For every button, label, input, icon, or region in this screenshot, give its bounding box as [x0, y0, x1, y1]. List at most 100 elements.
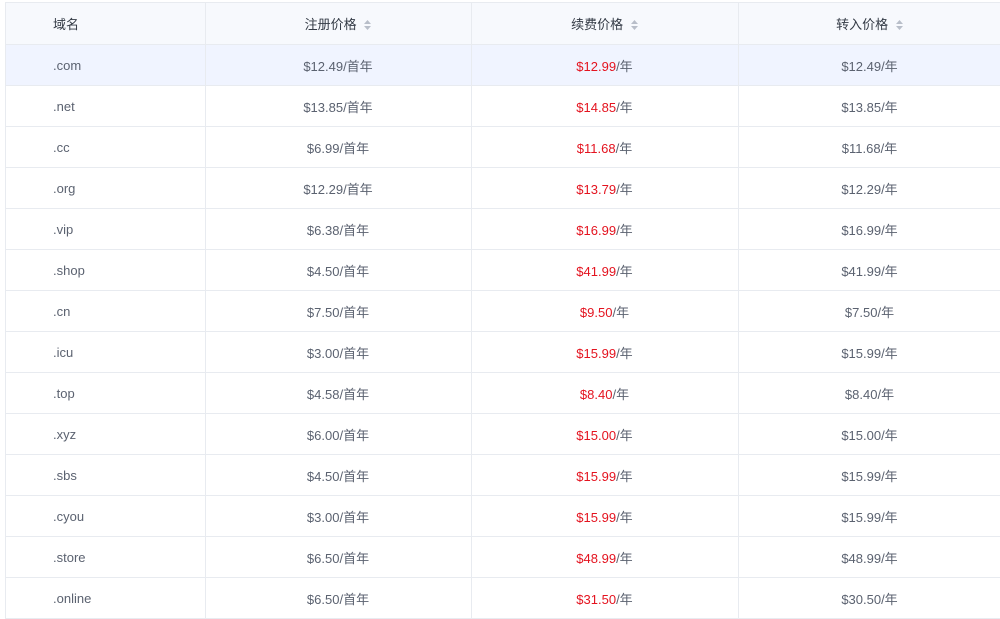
domain-cell: .com — [6, 44, 206, 86]
renew-price-unit: /年 — [612, 304, 630, 320]
renew-price-cell: $15.00/年 — [471, 413, 739, 455]
renew-price-cell: $15.99/年 — [471, 454, 739, 496]
table-row[interactable]: .store $6.50/首年 $48.99/年 $48.99/年 — [6, 536, 1000, 578]
renew-price-unit: /年 — [616, 591, 633, 607]
transfer-price-cell: $12.49/年 — [738, 44, 1000, 86]
register-price-cell: $4.58/首年 — [205, 372, 472, 414]
domain-cell: .org — [6, 167, 206, 209]
table-row[interactable]: .shop $4.50/首年 $41.99/年 $41.99/年 — [6, 249, 1000, 291]
renew-price-cell: $12.99/年 — [471, 44, 739, 86]
domain-cell: .shop — [6, 249, 206, 291]
register-price-cell: $6.50/首年 — [205, 577, 472, 619]
renew-price-value: $15.99 — [576, 509, 617, 525]
renew-price-value: $15.00 — [576, 427, 617, 443]
transfer-price-cell: $15.99/年 — [738, 495, 1000, 537]
domain-cell: .net — [6, 85, 206, 127]
transfer-price-cell: $15.00/年 — [738, 413, 1000, 455]
transfer-price-cell: $16.99/年 — [738, 208, 1000, 250]
table-row[interactable]: .com $12.49/首年 $12.99/年 $12.49/年 — [6, 44, 1000, 86]
renew-price-cell: $14.85/年 — [471, 85, 739, 127]
header-row: 域名 注册价格 续费价格 转入价格 — [6, 3, 1000, 45]
register-price-cell: $6.99/首年 — [205, 126, 472, 168]
register-price-cell: $6.00/首年 — [205, 413, 472, 455]
domain-cell: .sbs — [6, 454, 206, 496]
register-price-cell: $12.29/首年 — [205, 167, 472, 209]
table-row[interactable]: .net $13.85/首年 $14.85/年 $13.85/年 — [6, 85, 1000, 127]
renew-price-unit: /年 — [612, 386, 630, 402]
table-row[interactable]: .cc $6.99/首年 $11.68/年 $11.68/年 — [6, 126, 1000, 168]
domain-cell: .icu — [6, 331, 206, 373]
renew-price-cell: $13.79/年 — [471, 167, 739, 209]
renew-price-value: $8.40 — [579, 386, 613, 402]
renew-price-unit: /年 — [616, 550, 633, 566]
transfer-price-cell: $41.99/年 — [738, 249, 1000, 291]
renew-price-value: $31.50 — [576, 591, 617, 607]
renew-price-value: $15.99 — [576, 468, 617, 484]
register-price-cell: $6.38/首年 — [205, 208, 472, 250]
register-price-cell: $13.85/首年 — [205, 85, 472, 127]
domain-cell: .top — [6, 372, 206, 414]
domain-cell: .cc — [6, 126, 206, 168]
domain-cell: .cyou — [6, 495, 206, 537]
register-price-cell: $12.49/首年 — [205, 44, 472, 86]
sort-icon[interactable] — [630, 19, 638, 30]
renew-price-cell: $31.50/年 — [471, 577, 739, 619]
table-row[interactable]: .sbs $4.50/首年 $15.99/年 $15.99/年 — [6, 454, 1000, 496]
register-price-cell: $3.00/首年 — [205, 331, 472, 373]
renew-price-value: $12.99 — [576, 58, 617, 74]
register-price-cell: $4.50/首年 — [205, 249, 472, 291]
renew-price-cell: $15.99/年 — [471, 331, 739, 373]
renew-price-cell: $8.40/年 — [471, 372, 739, 414]
transfer-price-cell: $48.99/年 — [738, 536, 1000, 578]
sort-icon[interactable] — [895, 19, 903, 30]
header-transfer-price[interactable]: 转入价格 — [738, 3, 1000, 45]
table-row[interactable]: .cn $7.50/首年 $9.50/年 $7.50/年 — [6, 290, 1000, 332]
renew-price-cell: $16.99/年 — [471, 208, 739, 250]
renew-price-unit: /年 — [616, 263, 633, 279]
transfer-price-cell: $15.99/年 — [738, 454, 1000, 496]
table-row[interactable]: .online $6.50/首年 $31.50/年 $30.50/年 — [6, 577, 1000, 619]
sort-icon[interactable] — [364, 19, 372, 30]
renew-price-value: $41.99 — [576, 263, 617, 279]
domain-cell: .online — [6, 577, 206, 619]
renew-price-unit: /年 — [615, 140, 633, 156]
header-renew-price[interactable]: 续费价格 — [471, 3, 739, 45]
domain-price-table-container: 域名 注册价格 续费价格 转入价格 .com $12.49/首年 $12.99/… — [5, 2, 1000, 619]
table-row[interactable]: .cyou $3.00/首年 $15.99/年 $15.99/年 — [6, 495, 1000, 537]
renew-price-value: $15.99 — [576, 345, 617, 361]
register-price-cell: $7.50/首年 — [205, 290, 472, 332]
domain-cell: .vip — [6, 208, 206, 250]
renew-price-cell: $11.68/年 — [471, 126, 739, 168]
transfer-price-cell: $8.40/年 — [738, 372, 1000, 414]
transfer-price-cell: $7.50/年 — [738, 290, 1000, 332]
renew-price-cell: $48.99/年 — [471, 536, 739, 578]
header-domain-label: 域名 — [53, 17, 80, 32]
renew-price-unit: /年 — [616, 427, 633, 443]
table-row[interactable]: .org $12.29/首年 $13.79/年 $12.29/年 — [6, 167, 1000, 209]
renew-price-unit: /年 — [616, 99, 633, 115]
transfer-price-cell: $12.29/年 — [738, 167, 1000, 209]
renew-price-cell: $15.99/年 — [471, 495, 739, 537]
header-renew-label: 续费价格 — [571, 17, 624, 32]
register-price-cell: $4.50/首年 — [205, 454, 472, 496]
table-header: 域名 注册价格 续费价格 转入价格 — [6, 3, 1000, 45]
table-row[interactable]: .top $4.58/首年 $8.40/年 $8.40/年 — [6, 372, 1000, 414]
table-row[interactable]: .icu $3.00/首年 $15.99/年 $15.99/年 — [6, 331, 1000, 373]
renew-price-cell: $41.99/年 — [471, 249, 739, 291]
renew-price-unit: /年 — [616, 222, 633, 238]
renew-price-value: $16.99 — [576, 222, 617, 238]
domain-cell: .store — [6, 536, 206, 578]
renew-price-cell: $9.50/年 — [471, 290, 739, 332]
register-price-cell: $3.00/首年 — [205, 495, 472, 537]
renew-price-value: $14.85 — [576, 99, 617, 115]
table-row[interactable]: .vip $6.38/首年 $16.99/年 $16.99/年 — [6, 208, 1000, 250]
header-register-price[interactable]: 注册价格 — [205, 3, 472, 45]
table-row[interactable]: .xyz $6.00/首年 $15.00/年 $15.00/年 — [6, 413, 1000, 455]
domain-cell: .cn — [6, 290, 206, 332]
register-price-cell: $6.50/首年 — [205, 536, 472, 578]
renew-price-unit: /年 — [616, 468, 633, 484]
table-body: .com $12.49/首年 $12.99/年 $12.49/年 .net $1… — [6, 44, 1000, 619]
renew-price-unit: /年 — [616, 58, 633, 74]
transfer-price-cell: $11.68/年 — [738, 126, 1000, 168]
renew-price-value: $48.99 — [576, 550, 617, 566]
